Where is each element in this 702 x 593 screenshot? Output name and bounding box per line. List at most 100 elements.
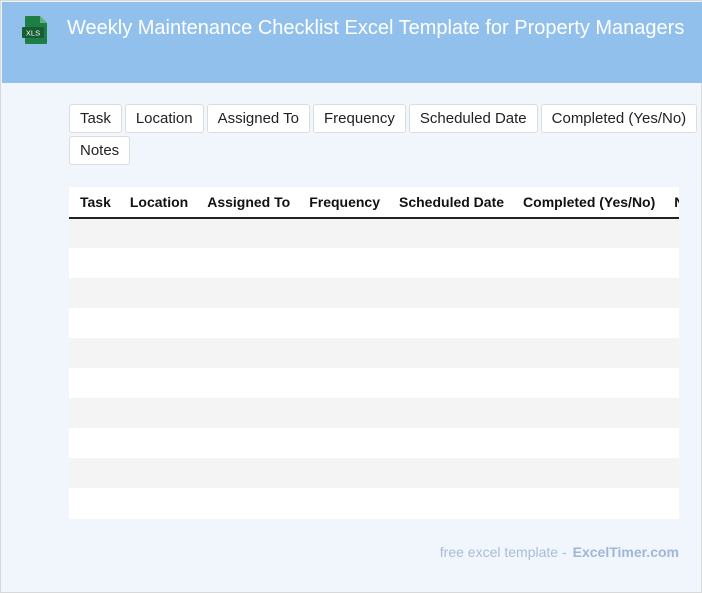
table-cell[interactable] [388, 428, 513, 458]
table-cell[interactable] [512, 278, 664, 308]
table-cell[interactable] [69, 248, 119, 278]
table-cell[interactable] [512, 488, 664, 518]
table-cell[interactable] [298, 338, 388, 368]
table-body [69, 218, 679, 518]
table-cell[interactable] [663, 368, 679, 398]
table-cell[interactable] [69, 308, 119, 338]
table-cell[interactable] [69, 488, 119, 518]
table-cell[interactable] [196, 398, 299, 428]
table-cell[interactable] [69, 458, 119, 488]
table-cell[interactable] [512, 248, 664, 278]
table-cell[interactable] [512, 308, 664, 338]
column-chip-notes[interactable]: Notes [69, 136, 131, 165]
table-row [69, 248, 679, 278]
table-cell[interactable] [388, 368, 513, 398]
table-cell[interactable] [663, 278, 679, 308]
column-chip-scheduled-date[interactable]: Scheduled Date [408, 104, 538, 133]
table-row [69, 308, 679, 338]
table-row [69, 428, 679, 458]
table-cell[interactable] [298, 248, 388, 278]
table-header-row: Task Location Assigned To Frequency Schedule… [69, 187, 679, 219]
page-title: Weekly Maintenance Checklist Excel Templ… [67, 17, 685, 39]
table-row [69, 218, 679, 248]
table-cell[interactable] [69, 278, 119, 308]
table-cell[interactable] [388, 278, 513, 308]
checklist-table-container[interactable]: Task Location Assigned To Frequency Schedule… [69, 187, 679, 519]
table-cell[interactable] [512, 338, 664, 368]
table-cell[interactable] [298, 308, 388, 338]
table-cell[interactable] [388, 338, 513, 368]
table-cell[interactable] [118, 248, 197, 278]
table-cell[interactable] [512, 428, 664, 458]
table-cell[interactable] [298, 218, 388, 248]
table-cell[interactable] [388, 218, 513, 248]
checklist-table: Task Location Assigned To Frequency Schedule… [69, 187, 679, 518]
table-cell[interactable] [512, 398, 664, 428]
column-header-assigned-to: Assigned To [196, 187, 299, 219]
table-cell[interactable] [663, 398, 679, 428]
column-chip-location[interactable]: Location [124, 104, 204, 133]
table-cell[interactable] [388, 248, 513, 278]
table-cell[interactable] [298, 488, 388, 518]
table-cell[interactable] [69, 398, 119, 428]
table-cell[interactable] [118, 488, 197, 518]
table-cell[interactable] [388, 458, 513, 488]
column-header-completed-yes-no: Completed (Yes/No) [512, 187, 664, 219]
column-header-location: Location [118, 187, 197, 219]
table-cell[interactable] [118, 428, 197, 458]
table-cell[interactable] [298, 428, 388, 458]
table-cell[interactable] [196, 488, 299, 518]
table-cell[interactable] [196, 218, 299, 248]
table-cell[interactable] [298, 398, 388, 428]
table-cell[interactable] [298, 458, 388, 488]
table-cell[interactable] [388, 488, 513, 518]
table-cell[interactable] [663, 308, 679, 338]
table-cell[interactable] [196, 368, 299, 398]
table-row [69, 368, 679, 398]
table-cell[interactable] [118, 368, 197, 398]
table-cell[interactable] [69, 338, 119, 368]
table-cell[interactable] [512, 458, 664, 488]
table-cell[interactable] [118, 278, 197, 308]
column-chip-task[interactable]: Task [69, 104, 122, 133]
table-row [69, 458, 679, 488]
column-chip-assigned-to[interactable]: Assigned To [206, 104, 311, 133]
table-cell[interactable] [118, 458, 197, 488]
table-cell[interactable] [196, 308, 299, 338]
table-row [69, 488, 679, 518]
table-cell[interactable] [69, 428, 119, 458]
table-cell[interactable] [663, 218, 679, 248]
table-row [69, 398, 679, 428]
table-cell[interactable] [298, 368, 388, 398]
table-cell[interactable] [663, 248, 679, 278]
table-row [69, 338, 679, 368]
column-header-notes: Notes [663, 187, 679, 219]
column-chip-frequency[interactable]: Frequency [313, 104, 406, 133]
table-row [69, 278, 679, 308]
footer-text: free excel template - [439, 544, 567, 560]
table-cell[interactable] [512, 218, 664, 248]
column-header-task: Task [69, 187, 119, 219]
column-chips: Task Location Assigned To Frequency Schedule… [69, 104, 699, 165]
table-cell[interactable] [298, 278, 388, 308]
table-cell[interactable] [663, 488, 679, 518]
footer-brand-link[interactable]: ExcelTimer.com [573, 544, 679, 560]
table-cell[interactable] [196, 278, 299, 308]
table-cell[interactable] [196, 248, 299, 278]
table-cell[interactable] [196, 338, 299, 368]
table-cell[interactable] [512, 368, 664, 398]
table-cell[interactable] [663, 458, 679, 488]
table-cell[interactable] [118, 338, 197, 368]
table-cell[interactable] [118, 308, 197, 338]
column-chip-completed-yes-no[interactable]: Completed (Yes/No) [540, 104, 698, 133]
table-cell[interactable] [196, 458, 299, 488]
table-cell[interactable] [69, 218, 119, 248]
table-cell[interactable] [69, 368, 119, 398]
table-cell[interactable] [388, 308, 513, 338]
table-cell[interactable] [118, 398, 197, 428]
table-cell[interactable] [663, 428, 679, 458]
table-cell[interactable] [388, 398, 513, 428]
table-cell[interactable] [663, 338, 679, 368]
table-cell[interactable] [118, 218, 197, 248]
table-cell[interactable] [196, 428, 299, 458]
